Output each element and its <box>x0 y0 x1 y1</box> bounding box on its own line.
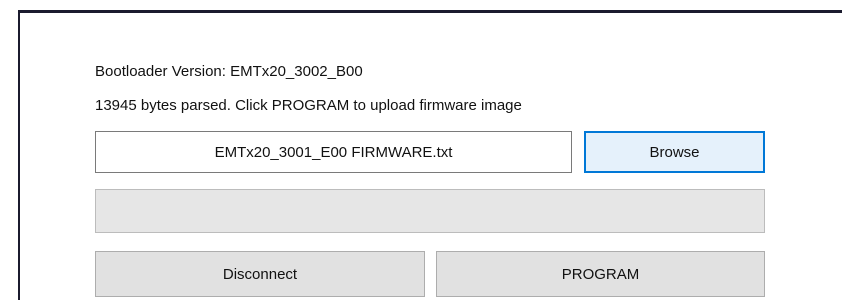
firmware-updater-window: Bootloader Version: EMTx20_3002_B00 1394… <box>0 0 842 300</box>
firmware-file-field[interactable]: EMTx20_3001_E00 FIRMWARE.txt <box>95 131 572 173</box>
bootloader-version-label: Bootloader Version: EMTx20_3002_B00 <box>95 63 363 80</box>
window-left-border <box>18 10 20 300</box>
program-button[interactable]: PROGRAM <box>436 251 765 297</box>
browse-button[interactable]: Browse <box>584 131 765 173</box>
status-message: 13945 bytes parsed. Click PROGRAM to upl… <box>95 97 522 114</box>
upload-progress-bar <box>95 189 765 233</box>
window-top-border <box>18 10 842 13</box>
disconnect-button[interactable]: Disconnect <box>95 251 425 297</box>
